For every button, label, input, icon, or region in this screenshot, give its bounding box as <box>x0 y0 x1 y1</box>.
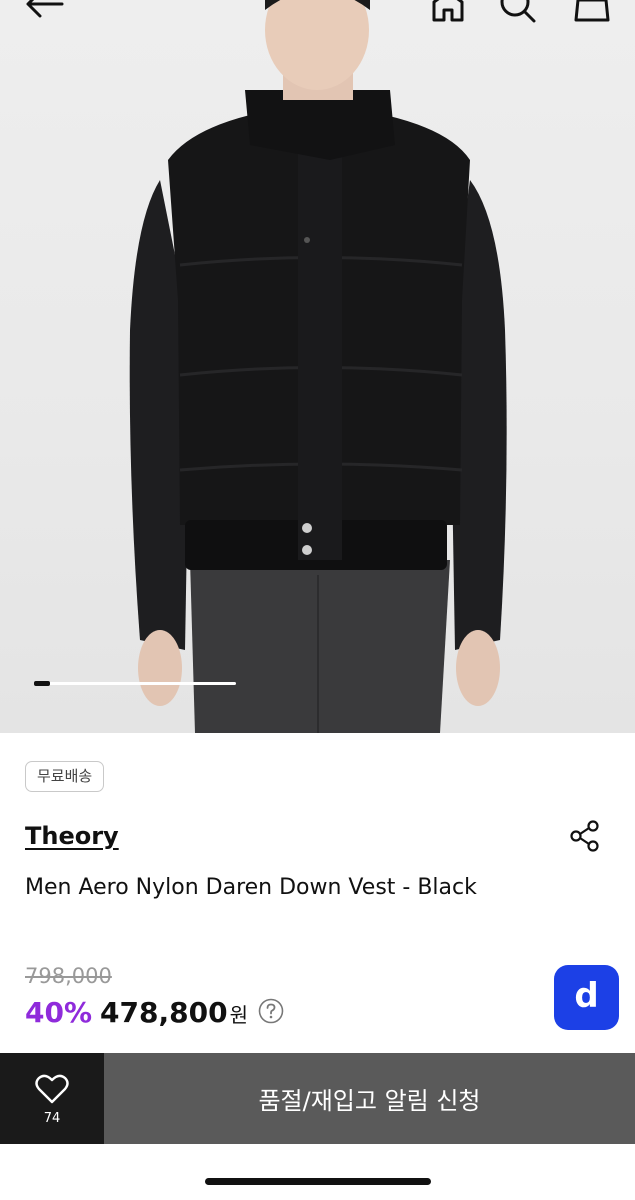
bottom-action-bar: 74 품절/재입고 알림 신청 <box>0 1053 635 1144</box>
share-icon[interactable] <box>568 819 602 853</box>
currency-label: 원 <box>229 1003 248 1027</box>
price-row: 40% 478,800 원 <box>25 996 284 1029</box>
like-count: 74 <box>43 1111 61 1126</box>
search-icon[interactable] <box>498 0 538 24</box>
heart-icon <box>35 1073 69 1105</box>
floating-app-button[interactable]: d <box>554 965 619 1030</box>
product-photo <box>0 0 635 733</box>
top-navigation-bar <box>0 0 635 30</box>
product-info: 무료배송 Theory Men Aero Nylon Daren Down Ve… <box>0 733 635 1053</box>
back-arrow-icon[interactable] <box>22 0 66 22</box>
free-shipping-badge: 무료배송 <box>25 761 105 792</box>
help-icon[interactable] <box>258 998 284 1024</box>
home-indicator[interactable] <box>205 1178 431 1185</box>
like-button[interactable]: 74 <box>0 1053 104 1144</box>
product-title: Men Aero Nylon Daren Down Vest - Black <box>25 875 477 900</box>
shopping-bag-icon[interactable] <box>570 0 614 24</box>
carousel-pager <box>34 681 236 686</box>
product-image-carousel[interactable] <box>0 0 635 733</box>
home-icon[interactable] <box>428 0 468 24</box>
model-silhouette <box>129 0 507 733</box>
original-price: 798,000 <box>25 964 112 988</box>
brand-link[interactable]: Theory <box>25 822 119 850</box>
discount-rate: 40% <box>25 996 93 1029</box>
fab-label: d <box>574 975 599 1016</box>
carousel-pager-indicator <box>34 681 50 686</box>
sale-price: 478,800 <box>100 996 228 1029</box>
restock-alert-button[interactable]: 품절/재입고 알림 신청 <box>104 1053 635 1144</box>
